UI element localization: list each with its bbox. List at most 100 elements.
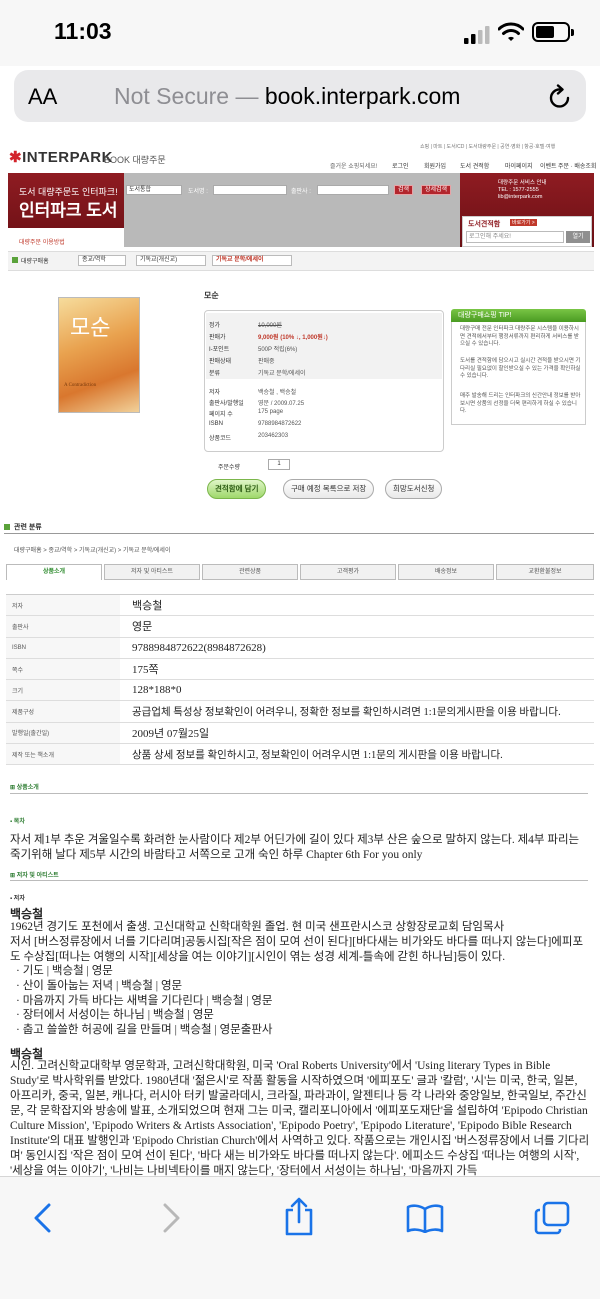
spec-value: 9788984872622(8984872628)	[120, 637, 594, 659]
sale-status-label: 판매상태	[209, 359, 232, 365]
intro-section-heading: ⊞ 상품소개	[10, 785, 39, 791]
tab-product-intro[interactable]: 상품소개	[6, 564, 102, 580]
book-list-item-text: 기도 | 백승철 | 영문	[22, 965, 113, 977]
service-info: 대량주문 서비스 안내 TEL : 1577-2555 lib@interpar…	[498, 180, 547, 201]
publisher-date-label: 출판사/발행일	[209, 401, 244, 407]
url-separator: —	[229, 83, 265, 109]
table-row: 제작 또는 책소개 상품 상세 정보를 확인하시고, 정보확인이 어려우시면 1:…	[6, 743, 594, 766]
add-to-quote-button[interactable]: 견적함에 담기	[207, 479, 267, 499]
book-list-item-text: 장터에서 서성이는 하나님 | 백승철 | 영문	[22, 1009, 214, 1021]
breadcrumb-select-essay[interactable]: 기독교 문학/에세이	[212, 255, 292, 266]
category-value: 기독교 문학/에세이	[258, 371, 306, 377]
tabs-icon[interactable]	[534, 1201, 570, 1235]
book-list-item[interactable]: · 춥고 쓸쓸한 허공에 길을 만들며 | 백승철 | 영문출판사	[16, 1023, 273, 1038]
toc-heading: ▪ 목차	[10, 819, 25, 825]
pages-label: 페이지 수	[209, 412, 233, 418]
spec-key: ISBN	[6, 637, 120, 659]
spec-value: 상품 상세 정보를 확인하시고, 정보확인이 어려우시면 1:1문의 게시판을 …	[120, 743, 594, 766]
category-label: 분류	[209, 371, 221, 377]
author-bio: 1962년 경기도 포천에서 출생. 고신대학교 신학대학원 졸업. 현 미국 …	[10, 921, 505, 933]
quantity-input[interactable]: 1	[268, 459, 290, 470]
order-guide-link[interactable]: 대량주문 이용방법	[19, 237, 65, 246]
reader-aa-button[interactable]: AA	[28, 84, 57, 110]
battery-icon	[532, 22, 574, 42]
author-bio-2: 시인. 고려신학교대학부 영문학과, 고려신학대학원, 미국 'Oral Rob…	[10, 1060, 590, 1176]
library-request-button[interactable]: 희망도서신청	[385, 479, 443, 499]
product-code-label: 상품코드	[209, 436, 232, 442]
cellular-signal-icon	[464, 26, 490, 44]
book-list-item-text: 산이 돌아눕는 저녁 | 백승철 | 영문	[22, 980, 183, 992]
detail-search-button[interactable]: 상세검색	[421, 185, 452, 195]
spec-value: 공급업체 특성상 정보확인이 어려우니, 정확한 정보를 확인하시려면 1:1문…	[120, 700, 594, 723]
quote-box-link[interactable]: 도서 견적함	[460, 161, 489, 170]
product-code-value: 203462303	[258, 433, 289, 439]
author-artist-heading: ⊞ 저자 및 아티스트	[10, 873, 59, 879]
bookmarks-icon[interactable]	[406, 1203, 444, 1233]
book-list-item[interactable]: · 마음까지 가득 바다는 새벽을 기다린다 | 백승철 | 영문	[16, 994, 273, 1009]
quote-request-open-button[interactable]: 열기	[566, 231, 590, 243]
divider	[10, 880, 588, 881]
quote-request-more[interactable]: 바로가기 >	[510, 219, 537, 226]
breadcrumb-select-christian[interactable]: 기독교(개신교)	[136, 255, 206, 266]
breadcrumb-home[interactable]: 대량구매홈	[21, 256, 49, 265]
logo-text: INTERPARK	[22, 149, 113, 166]
tip-item-3: 매주 발송해 드리는 인터파크의 신간안내 정보를 받아보시면 상품의 선정을 …	[460, 393, 581, 414]
url-domain: book.interpark.com	[264, 83, 461, 109]
tab-reviews[interactable]: 고객평가	[300, 564, 396, 580]
spec-value: 2009년 07월25일	[120, 722, 594, 745]
quote-request-input[interactable]: 로그인해 주세요!	[466, 231, 564, 243]
tip-item-1: 대량구매 전문 인터파크 대량주문 시스템을 이용하시면 견적에서부터 행정서류…	[460, 326, 579, 347]
tab-related-products[interactable]: 관련상품	[202, 564, 298, 580]
banner-title: 인터파크 도서	[19, 201, 118, 220]
list-price-label: 정가	[209, 323, 221, 329]
mypage-link[interactable]: 마이페이지	[505, 161, 533, 170]
back-icon[interactable]	[32, 1203, 52, 1233]
forward-icon[interactable]	[162, 1203, 182, 1233]
search-button[interactable]: 검색	[394, 185, 414, 195]
welcome-text: 즐거운 쇼핑되세요!	[330, 164, 378, 170]
price-area	[206, 313, 442, 379]
tab-shipping[interactable]: 배송정보	[398, 564, 494, 580]
url-display[interactable]: Not Secure — book.interpark.com	[114, 83, 460, 110]
signup-link[interactable]: 회원가입	[424, 161, 446, 170]
cover-subtitle: A Contradiction	[64, 383, 97, 388]
search-category-select[interactable]: 도서통합	[126, 185, 182, 195]
tab-refund[interactable]: 교환환불정보	[496, 564, 594, 580]
related-category-path[interactable]: 대량구매홈 > 종교/역학 > 기독교(개신교) > 기독교 문학/에세이	[14, 545, 170, 554]
login-link[interactable]: 로그인	[392, 161, 409, 170]
related-category-heading: 관련 분류	[14, 524, 42, 531]
spec-key: 쪽수	[6, 658, 120, 681]
logo-subtitle: BOOK 대량주문	[104, 155, 166, 165]
book-list-item[interactable]: · 산이 돌아눕는 저녁 | 백승철 | 영문	[16, 979, 182, 994]
order-tracking-link[interactable]: 주문 · 배송조회	[558, 161, 596, 170]
divider	[10, 793, 588, 794]
browser-toolbar	[0, 1176, 600, 1299]
sale-price-label: 판매가	[209, 335, 226, 341]
author-heading: ▪ 저자	[10, 896, 25, 902]
author-artist-heading-text: 저자 및 아티스트	[16, 873, 59, 879]
publisher-date-value: 영문 / 2009.07.25	[258, 401, 305, 407]
publisher-input[interactable]	[317, 185, 389, 195]
author-value[interactable]: 백승철 , 백승철	[258, 387, 296, 396]
breadcrumb-select-religion[interactable]: 종교/역학	[78, 255, 126, 266]
author-works: 저서 [버스정류장에서 너를 기다리며]공동시집[작은 점이 모여 선이 된다]…	[10, 936, 584, 963]
book-list-item[interactable]: · 장터에서 서성이는 하나님 | 백승철 | 영문	[16, 1008, 214, 1023]
save-wishlist-button[interactable]: 구매 예정 목록으로 저장	[283, 479, 375, 499]
spec-key: 제작 또는 책소개	[6, 743, 120, 766]
spec-value: 175쪽	[120, 658, 594, 681]
section-bullet-icon	[4, 524, 10, 530]
quote-request-title: 도서견적함	[468, 221, 501, 228]
quantity-label: 주문수량	[218, 465, 241, 471]
tab-author[interactable]: 저자 및 아티스트	[104, 564, 200, 580]
event-link[interactable]: 이벤트	[540, 161, 557, 170]
interpark-logo[interactable]: ✱INTERPARK	[9, 148, 113, 166]
spec-key: 크기	[6, 679, 120, 702]
book-title-input[interactable]	[213, 185, 287, 195]
book-list-item[interactable]: · 기도 | 백승철 | 영문	[16, 964, 113, 979]
isbn-label: ISBN	[209, 421, 224, 427]
toc-text: 자서 제1부 추운 겨울일수록 화려한 눈사람이다 제2부 어딘가에 길이 있다…	[10, 834, 580, 861]
reload-icon[interactable]	[548, 84, 572, 110]
share-icon[interactable]	[283, 1196, 315, 1236]
toc-heading-text: 목차	[13, 819, 25, 825]
top-links[interactable]: 쇼핑 | 마트 | 도서/CD | 도서대량주문 | 공연·영화 | 항공·호텔…	[420, 143, 555, 150]
